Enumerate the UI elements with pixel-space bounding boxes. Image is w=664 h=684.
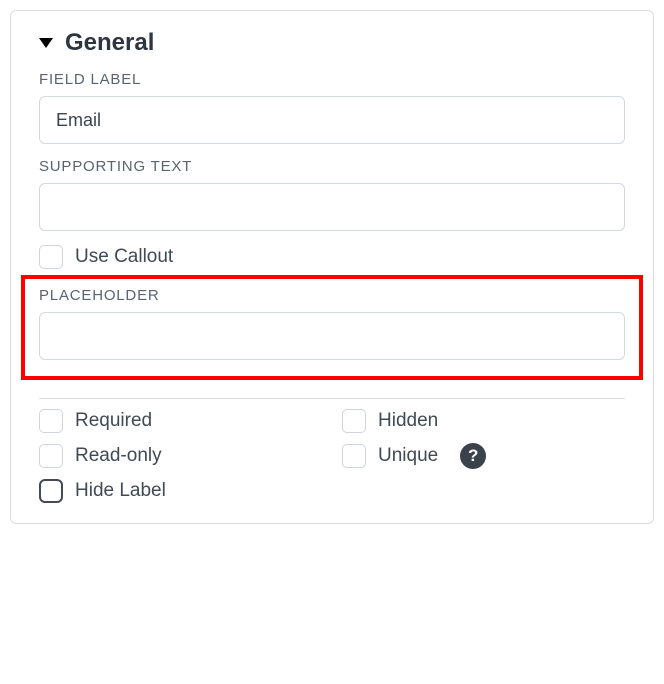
hidden-label: Hidden <box>378 410 438 432</box>
hide-label-label: Hide Label <box>75 480 166 502</box>
hidden-checkbox[interactable] <box>342 409 366 433</box>
required-option: Required <box>39 409 322 433</box>
unique-label: Unique <box>378 445 438 467</box>
field-label-input[interactable] <box>39 96 625 144</box>
supporting-text-group: SUPPORTING TEXT <box>39 158 625 231</box>
placeholder-input[interactable] <box>39 312 625 360</box>
section-title: General <box>65 29 154 57</box>
divider <box>39 398 625 399</box>
use-callout-label: Use Callout <box>75 246 173 268</box>
readonly-checkbox[interactable] <box>39 444 63 468</box>
section-header[interactable]: General <box>39 29 625 57</box>
required-label: Required <box>75 410 152 432</box>
use-callout-checkbox[interactable] <box>39 245 63 269</box>
caret-down-icon <box>39 38 53 48</box>
hidden-option: Hidden <box>342 409 625 433</box>
supporting-text-input[interactable] <box>39 183 625 231</box>
supporting-text-caption: SUPPORTING TEXT <box>39 158 625 175</box>
hide-label-checkbox[interactable] <box>39 479 63 503</box>
help-icon[interactable]: ? <box>460 443 486 469</box>
hide-label-option: Hide Label <box>39 479 322 503</box>
general-panel: General FIELD LABEL SUPPORTING TEXT Use … <box>10 10 654 524</box>
use-callout-row: Use Callout <box>39 245 625 269</box>
unique-option: Unique ? <box>342 443 625 469</box>
options-grid: Required Hidden Read-only Unique ? Hide … <box>39 409 625 503</box>
field-label-group: FIELD LABEL <box>39 71 625 144</box>
unique-checkbox[interactable] <box>342 444 366 468</box>
readonly-label: Read-only <box>75 445 162 467</box>
placeholder-highlight: PLACEHOLDER <box>21 275 643 380</box>
placeholder-caption: PLACEHOLDER <box>39 287 625 304</box>
required-checkbox[interactable] <box>39 409 63 433</box>
readonly-option: Read-only <box>39 443 322 469</box>
field-label-caption: FIELD LABEL <box>39 71 625 88</box>
